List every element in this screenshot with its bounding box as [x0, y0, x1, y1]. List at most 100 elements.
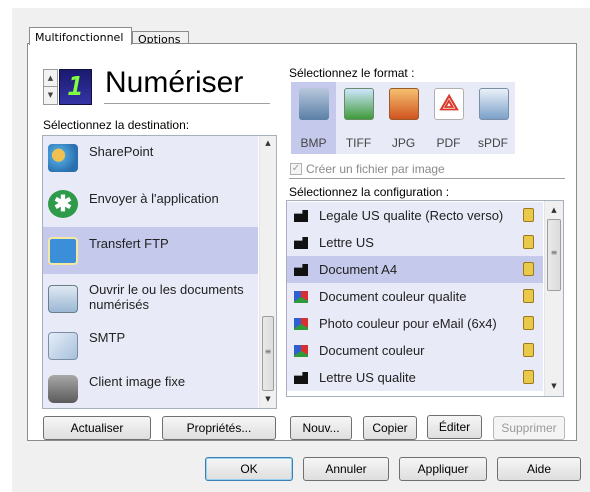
format-jpg[interactable]: JPG	[381, 82, 426, 154]
config-item-label: Document A4	[319, 262, 398, 277]
configuration-list: Legale US qualite (Recto verso) Lettre U…	[286, 200, 564, 397]
format-label: TIFF	[345, 136, 372, 150]
scroll-down-icon[interactable]: ▼	[260, 395, 276, 403]
format-bmp[interactable]: BMP	[291, 82, 336, 154]
destination-list: SharePoint ✱ Envoyer à l'application Tra…	[42, 135, 277, 409]
jpg-format-icon	[389, 88, 419, 120]
configuration-heading: Sélectionnez la configuration :	[289, 185, 450, 199]
destination-item-smtp[interactable]: SMTP	[43, 322, 258, 367]
spinner-up-button[interactable]: ▲	[44, 70, 57, 87]
color-config-icon	[294, 318, 308, 330]
config-item-label: Legale US qualite (Recto verso)	[319, 208, 504, 223]
color-config-icon	[294, 345, 308, 357]
destination-item-label: Envoyer à l'application	[89, 191, 219, 206]
config-item-label: Lettre US qualite	[319, 370, 416, 385]
send-to-application-icon: ✱	[48, 190, 78, 218]
lock-icon	[523, 262, 534, 276]
title-underline	[104, 103, 270, 104]
destination-scroll-thumb[interactable]: ≡	[262, 316, 274, 391]
format-pdf[interactable]: ⟁ PDF	[426, 82, 471, 154]
scroll-up-icon[interactable]: ▲	[545, 206, 563, 214]
lock-icon	[523, 370, 534, 384]
config-item-legale-us-recto-verso[interactable]: Legale US qualite (Recto verso)	[287, 202, 543, 229]
config-item-label: Photo couleur pour eMail (6x4)	[319, 316, 497, 331]
edit-button[interactable]: Éditer	[427, 415, 482, 439]
checkbox-separator	[289, 178, 565, 179]
new-button[interactable]: Nouv...	[290, 416, 352, 440]
help-button[interactable]: Aide	[497, 457, 581, 481]
action-spinner: ▲ ▼	[43, 69, 58, 105]
destination-item-sharepoint[interactable]: SharePoint	[43, 136, 258, 181]
scroll-up-icon[interactable]: ▲	[260, 139, 276, 147]
lock-icon	[523, 208, 534, 222]
format-label: PDF	[436, 136, 461, 150]
grip-icon: ≡	[550, 248, 558, 257]
configuration-scroll-thumb[interactable]: ≡	[547, 219, 561, 291]
format-label: sPDF	[478, 136, 508, 150]
still-image-camera-icon	[48, 375, 78, 403]
window-frame-left	[0, 0, 12, 492]
format-label: JPG	[391, 136, 416, 150]
config-item-lettre-us[interactable]: Lettre US	[287, 229, 543, 256]
config-item-document-a4[interactable]: Document A4	[287, 256, 543, 283]
tab-multifonctionnel-label: Multifonctionnel	[35, 31, 124, 44]
delete-button[interactable]: Supprimer	[493, 416, 565, 440]
lock-icon	[523, 235, 534, 249]
destination-item-label: Transfert FTP	[89, 236, 169, 251]
configuration-scrollbar[interactable]: ▲ ≡ ▼	[544, 201, 563, 396]
copy-button[interactable]: Copier	[363, 416, 417, 440]
format-heading: Sélectionnez le format :	[289, 66, 415, 80]
bw-config-icon	[294, 372, 308, 384]
one-file-per-image-label: Créer un fichier par image	[306, 162, 445, 176]
sharepoint-icon	[48, 144, 78, 172]
destination-item-label: Client image fixe	[89, 374, 186, 389]
format-tiff[interactable]: TIFF	[336, 82, 381, 154]
cancel-button[interactable]: Annuler	[303, 457, 389, 481]
config-item-label: Document couleur	[319, 343, 425, 358]
destination-item-ftp[interactable]: Transfert FTP	[43, 227, 258, 274]
format-label: BMP	[300, 136, 327, 150]
lock-icon	[523, 289, 534, 303]
bw-config-icon	[294, 264, 308, 276]
lock-icon	[523, 316, 534, 330]
tiff-format-icon	[344, 88, 374, 120]
one-file-per-image-checkbox[interactable]: ✓	[290, 163, 302, 175]
tab-multifonctionnel[interactable]: Multifonctionnel	[29, 27, 132, 45]
bw-config-icon	[294, 210, 308, 222]
ok-button[interactable]: OK	[205, 457, 293, 481]
grip-icon: ≡	[264, 347, 272, 356]
pdf-format-icon: ⟁	[434, 88, 464, 120]
apply-button[interactable]: Appliquer	[399, 457, 487, 481]
bmp-format-icon	[299, 88, 329, 120]
destination-item-still-image[interactable]: Client image fixe	[43, 367, 258, 408]
config-item-document-couleur[interactable]: Document couleur	[287, 337, 543, 364]
config-item-document-couleur-qualite[interactable]: Document couleur qualite	[287, 283, 543, 310]
bw-config-icon	[294, 237, 308, 249]
destination-item-label: Ouvrir le ou les documents numérisés	[89, 282, 244, 312]
destination-item-label: SharePoint	[89, 144, 154, 159]
config-item-label: Lettre US	[319, 235, 374, 250]
action-title: Numériser	[105, 66, 244, 99]
destination-scrollbar[interactable]: ▲ ≡ ▼	[259, 136, 276, 408]
destination-heading: Sélectionnez la destination:	[43, 118, 190, 132]
color-config-icon	[294, 291, 308, 303]
refresh-button[interactable]: Actualiser	[43, 416, 151, 440]
config-item-photo-couleur-email[interactable]: Photo couleur pour eMail (6x4)	[287, 310, 543, 337]
smtp-envelope-icon	[48, 332, 78, 360]
ftp-transfer-icon	[48, 237, 78, 265]
destination-item-send-to-application[interactable]: ✱ Envoyer à l'application	[43, 181, 258, 227]
destination-item-open-documents[interactable]: Ouvrir le ou les documents numérisés	[43, 274, 258, 322]
spdf-format-icon	[479, 88, 509, 120]
spinner-down-button[interactable]: ▼	[44, 87, 57, 104]
format-spdf[interactable]: sPDF	[471, 82, 515, 154]
config-item-label: Document couleur qualite	[319, 289, 467, 304]
action-number-display: 1	[59, 69, 92, 105]
scroll-down-icon[interactable]: ▼	[545, 382, 563, 390]
window-frame-top	[0, 0, 590, 8]
properties-button[interactable]: Propriétés...	[162, 416, 276, 440]
action-number: 1	[67, 72, 84, 102]
destination-item-label: SMTP	[89, 330, 126, 345]
lock-icon	[523, 343, 534, 357]
open-documents-icon	[48, 285, 78, 313]
config-item-lettre-us-qualite[interactable]: Lettre US qualite	[287, 364, 543, 391]
